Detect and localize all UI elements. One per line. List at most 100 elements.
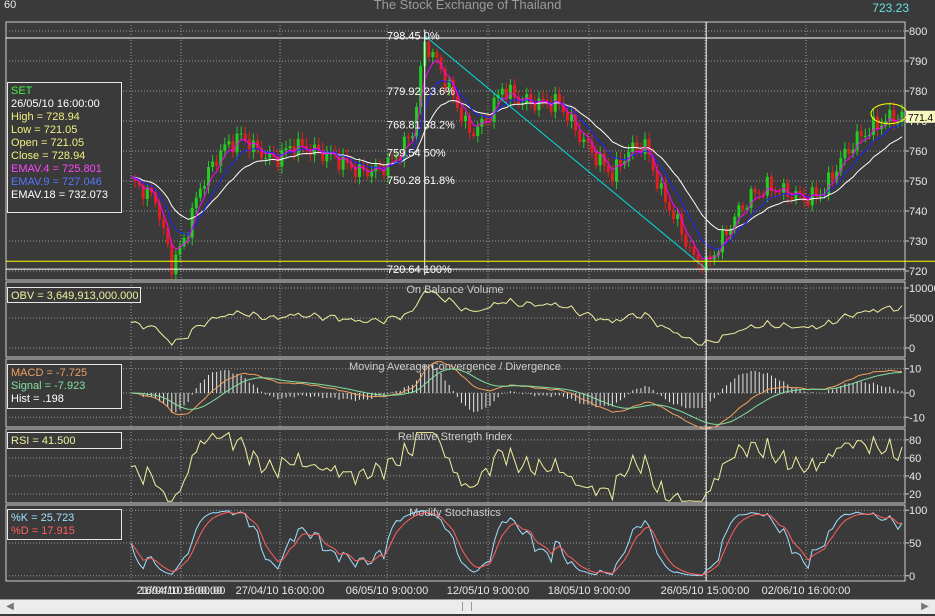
stoch-d-line [130,511,902,576]
candle-body [484,118,488,121]
candle-body [684,234,688,247]
x-tick-label: 18/05/10 9:00:00 [548,585,631,597]
candle-body [578,130,582,143]
stoch-info-line: %K = 25.723 [11,512,75,524]
y-tick-label: 760 [909,146,927,158]
candle-body [586,139,590,142]
y-tick-label: 750 [909,176,927,188]
stoch-info-line: %D = 17.915 [11,525,75,537]
obv-value: OBV = 3,649,913,000.000 [11,290,139,302]
candle-body [476,126,480,137]
candle-body [672,210,676,220]
fib-level-label: 759.54 50% [387,147,446,159]
candle-body [264,157,268,159]
obv-panel-title: On Balance Volume [406,284,503,296]
fib-level-label: 779.92 23.6% [387,86,455,98]
candle-body [676,214,680,220]
candle-body [667,202,671,211]
candle-body [374,164,378,172]
fib-trend-line [424,35,707,270]
candle-body [300,139,304,146]
candle-body [610,172,614,182]
candle-body [198,188,202,198]
macd-info-box: MACD = -7.725 Signal = -7.923 Hist = .198 [7,364,122,409]
horizontal-scrollbar[interactable]: ◀ ▶ [0,599,935,614]
ema9-line [130,79,903,250]
stoch-info-box: %K = 25.723 %D = 17.915 [7,509,122,540]
candle-body [843,148,847,159]
candle-body [378,164,382,167]
candle-body [162,219,166,228]
stock-chart-window: 60 The Stock Exchange of Thailand 723.23… [0,0,935,616]
y-tick-label: 100 [909,505,927,517]
candle-body [863,135,867,137]
scroll-right-arrow-icon[interactable]: ▶ [918,601,932,612]
candle-body [223,144,227,151]
x-tick-label: 12/05/10 9:00:00 [447,585,530,597]
y-tick-label: 0 [909,571,915,583]
candle-body [288,146,292,149]
candle-body [431,51,435,57]
candle-body [606,165,610,173]
set-info-line: Low = 721.05 [11,124,78,136]
y-tick-label: 720 [909,266,927,278]
y-tick-label: 20 [909,489,921,501]
y-tick-label: 80 [909,435,921,447]
candle-body [251,140,255,152]
rsi-info-box: RSI = 41.500 [7,432,122,449]
scroll-thumb[interactable] [462,602,472,611]
candle-body [145,187,149,200]
candle-body [464,115,468,122]
set-info-line: Close = 728.94 [11,150,86,162]
candle-body [659,183,663,189]
candle-body [847,148,851,154]
y-tick-label: 5000 [909,313,933,325]
candle-body [508,84,512,99]
candle-body [692,246,696,255]
fib-level-label: 750.28 61.8% [387,175,455,187]
fib-level-label: 798.45 0% [387,31,440,43]
set-info-line: EMAV.4 = 725.801 [11,163,102,175]
candle-body [215,161,219,166]
candle-body [357,164,361,177]
candle-body [688,246,692,248]
ema4-line [130,60,903,260]
candle-body [765,176,769,196]
candle-body [741,205,745,210]
y-tick-label: 0 [909,388,915,400]
candle-body [284,148,288,151]
x-tick-label: 26/05/10 15:00:00 [661,585,750,597]
candle-body [541,98,545,101]
candle-body [500,88,504,95]
y-tick-label: 10000 [909,283,935,295]
y-tick-label: 790 [909,56,927,68]
set-info-box: SET 26/05/10 16:00:00 High = 728.94 Low = 7… [7,82,122,213]
candle-body [859,131,863,137]
candle-body [202,185,206,189]
x-tick-label: 02/06/10 16:00:00 [762,585,851,597]
candle-body [472,132,476,137]
candle-body [876,116,880,130]
macd-info-line: MACD = -7.725 [11,367,88,379]
candle-body [635,142,639,150]
candle-body [537,98,541,111]
candle-body [243,133,247,140]
candle-body [406,136,410,138]
y-tick-label: 10 [909,364,921,376]
candle-body [806,200,810,206]
scroll-left-arrow-icon[interactable]: ◀ [3,601,17,612]
candle-body [174,254,178,275]
candle-body [427,41,431,57]
candle-body [737,205,741,217]
candle-body [190,208,194,238]
x-tick-label: 27/04/10 16:00:00 [236,585,325,597]
candle-body [341,155,345,170]
candle-body [565,112,569,122]
rsi-value: RSI = 41.500 [11,435,76,447]
candle-body [753,189,757,193]
set-info-line: SET [11,85,33,97]
y-tick-label: 730 [909,236,927,248]
candle-body [598,153,602,166]
obv-info-box: OBV = 3,649,913,000.000 [7,287,141,303]
set-info-line: EMAV.9 = 727.046 [11,176,102,188]
